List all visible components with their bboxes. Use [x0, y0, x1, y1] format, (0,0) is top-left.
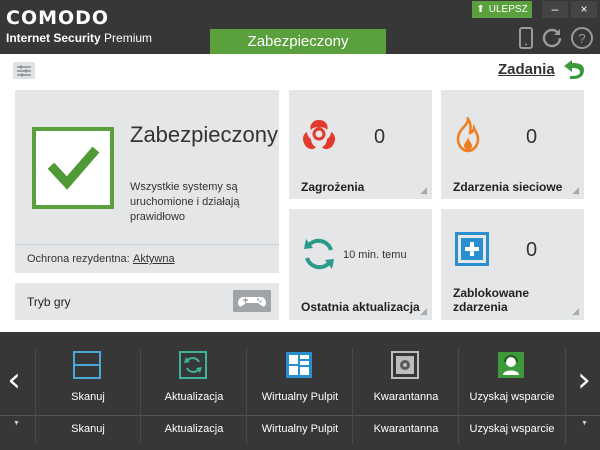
last-update-value: 10 min. temu [343, 249, 407, 261]
resident-protection-status-link[interactable]: Aktywna [133, 253, 175, 265]
dock-separator [458, 348, 459, 444]
virtual-desktop-icon [286, 352, 312, 378]
dock-separator [35, 348, 36, 444]
blocked-events-count: 0 [526, 239, 538, 261]
mobile-icon[interactable] [514, 26, 538, 50]
update-icon [179, 351, 207, 379]
dock-item-scan[interactable]: Skanuj [40, 345, 136, 415]
dock-divider [0, 415, 600, 416]
blocked-events-card[interactable]: 0 Zablokowane zdarzenia ◢ [441, 209, 584, 320]
resident-protection-row: Ochrona rezydentna: Aktywna [15, 244, 279, 273]
fire-icon [456, 117, 480, 153]
resident-protection-label: Ochrona rezydentna: [27, 253, 130, 265]
minimize-button[interactable]: – [542, 1, 568, 18]
product-name-bold: Internet Security [6, 31, 101, 45]
game-mode-label: Tryb gry [27, 295, 71, 309]
dock-secondary-label[interactable]: Kwarantanna [358, 423, 454, 435]
blocked-events-label: Zablokowane zdarzenia [453, 286, 530, 314]
quarantine-icon [391, 351, 419, 379]
dock-item-label: Uzyskaj wsparcie [469, 391, 555, 403]
status-title: Zabezpieczony [130, 122, 278, 147]
threats-card[interactable]: 0 Zagrożenia ◢ [289, 90, 432, 199]
brand-logo: COMODO [6, 7, 110, 29]
settings-menu-icon[interactable] [13, 62, 35, 79]
dock-secondary-label[interactable]: Aktualizacja [146, 423, 242, 435]
dock-secondary-label[interactable]: Wirtualny Pulpit [252, 423, 348, 435]
dock-expand-right-icon[interactable]: ▼ [581, 420, 588, 427]
product-name-light: Premium [104, 31, 153, 45]
expand-corner-icon: ◢ [572, 185, 579, 195]
game-mode-toggle[interactable] [233, 290, 271, 312]
gamepad-icon [238, 297, 266, 307]
update-arrows-icon [304, 238, 334, 270]
expand-corner-icon: ◢ [572, 306, 579, 316]
last-update-label: Ostatnia aktualizacja [301, 300, 420, 314]
status-description: Wszystkie systemy są uruchomione i dział… [130, 181, 240, 223]
expand-corner-icon: ◢ [420, 306, 427, 316]
network-events-label: Zdarzenia sieciowe [453, 180, 563, 194]
protected-check-box [32, 127, 114, 209]
add-box-icon [455, 232, 489, 266]
upgrade-label: ULEPSZ [488, 4, 528, 15]
dock-item-quarantine[interactable]: Kwarantanna [358, 345, 454, 415]
dock-item-label: Aktualizacja [164, 391, 224, 403]
dock-expand-left-icon[interactable]: ▼ [13, 420, 20, 427]
refresh-icon[interactable] [540, 26, 564, 50]
upgrade-arrow-icon: ⬆ [476, 4, 485, 15]
dock-secondary-label[interactable]: Uzyskaj wsparcie [464, 423, 560, 435]
dock-left-arrow[interactable]: ‹ [4, 360, 24, 400]
support-icon [498, 352, 524, 378]
dock-item-support[interactable]: Uzyskaj wsparcie [464, 345, 560, 415]
tasks-arrow-icon[interactable] [558, 60, 588, 80]
threats-count: 0 [374, 126, 386, 148]
product-name: Internet Security Premium [6, 31, 152, 45]
close-button[interactable]: × [571, 1, 597, 18]
scan-icon [73, 351, 101, 379]
dock-item-virtual-desktop[interactable]: Wirtualny Pulpit [252, 345, 348, 415]
dock-separator [246, 348, 247, 444]
upgrade-button[interactable]: ⬆ ULEPSZ [472, 1, 532, 18]
dock-right-arrow[interactable]: › [574, 360, 594, 400]
network-events-count: 0 [526, 126, 538, 148]
threats-label: Zagrożenia [301, 180, 365, 194]
dock-item-label: Skanuj [71, 391, 105, 403]
dock-separator [565, 348, 566, 444]
checkmark-icon [47, 146, 100, 190]
svg-text:?: ? [578, 31, 585, 46]
tasks-link[interactable]: Zadania [498, 61, 555, 78]
dock-item-update[interactable]: Aktualizacja [146, 345, 242, 415]
network-events-card[interactable]: 0 Zdarzenia sieciowe ◢ [441, 90, 584, 199]
dock-secondary-label[interactable]: Skanuj [40, 423, 136, 435]
last-update-card[interactable]: 10 min. temu Ostatnia aktualizacja ◢ [289, 209, 432, 320]
biohazard-icon [303, 120, 335, 150]
expand-corner-icon: ◢ [420, 185, 427, 195]
dock-separator [352, 348, 353, 444]
dock-item-label: Kwarantanna [373, 391, 439, 403]
status-tab[interactable]: Zabezpieczony [210, 29, 386, 54]
dock-item-label: Wirtualny Pulpit [261, 391, 339, 403]
help-icon[interactable]: ? [570, 26, 594, 50]
game-mode-row: Tryb gry [15, 283, 279, 320]
dock-separator [140, 348, 141, 444]
